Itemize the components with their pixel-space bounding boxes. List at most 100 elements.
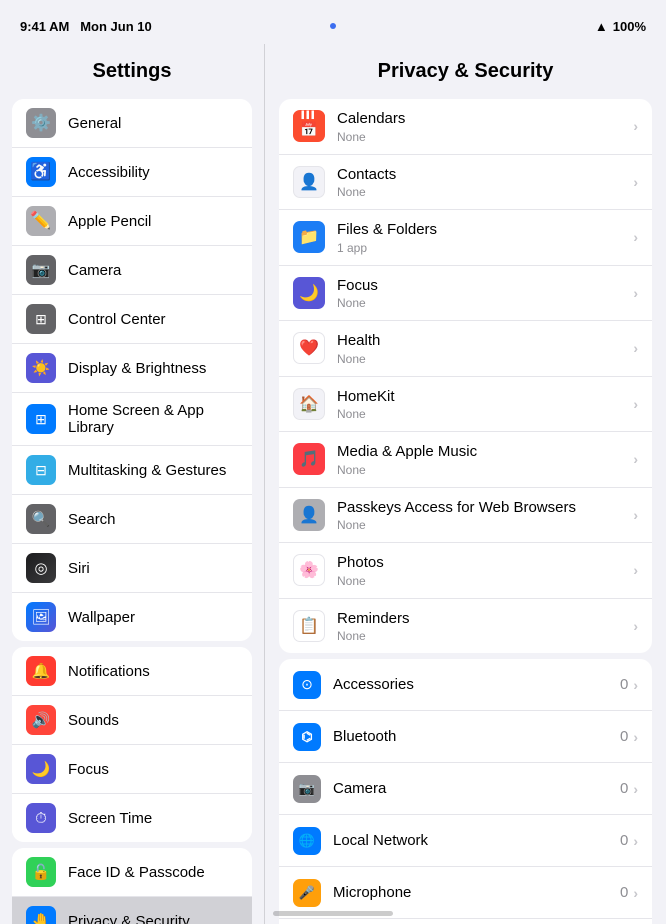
media-text: Media & Apple Music None (337, 442, 633, 477)
camera-icon: 📷 (26, 255, 56, 285)
detail-item-passkeys[interactable]: 👤 Passkeys Access for Web Browsers None … (279, 488, 652, 544)
sidebar-item-face-id[interactable]: 🔓 Face ID & Passcode (12, 848, 252, 897)
home-screen-label: Home Screen & App Library (68, 402, 238, 436)
bluetooth-label: Bluetooth (333, 727, 620, 747)
local-network-right: 0 › (620, 832, 638, 849)
microphone-icon: 🎤 (293, 879, 321, 907)
sidebar-item-general[interactable]: ⚙️ General (12, 99, 252, 148)
focus-text: Focus None (337, 276, 633, 311)
general-icon: ⚙️ (26, 108, 56, 138)
reminders-right: › (633, 618, 638, 634)
local-network-label: Local Network (333, 831, 620, 851)
camera-hw-count: 0 (620, 780, 628, 797)
homekit-icon: 🏠 (293, 388, 325, 420)
accessories-text: Accessories (333, 675, 620, 695)
contacts-sublabel: None (337, 185, 633, 199)
detail-item-media[interactable]: 🎵 Media & Apple Music None › (279, 432, 652, 488)
sidebar-item-screen-time[interactable]: ⏱ Screen Time (12, 794, 252, 842)
sidebar-item-siri[interactable]: ◎ Siri (12, 544, 252, 593)
photos-sublabel: None (337, 574, 633, 588)
wifi-icon: ▲ (595, 19, 608, 34)
focus-right: › (633, 285, 638, 301)
sidebar-item-accessibility[interactable]: ♿ Accessibility (12, 148, 252, 197)
sidebar-section-notifications: 🔔 Notifications 🔊 Sounds 🌙 Focus ⏱ Scree… (12, 647, 252, 842)
sidebar-item-search[interactable]: 🔍 Search (12, 495, 252, 544)
camera-hw-icon: 📷 (293, 775, 321, 803)
wallpaper-label: Wallpaper (68, 609, 238, 626)
sidebar-item-multitasking[interactable]: ⊟ Multitasking & Gestures (12, 446, 252, 495)
detail-item-camera-hw[interactable]: 📷 Camera 0 › (279, 763, 652, 815)
sidebar-item-sounds[interactable]: 🔊 Sounds (12, 696, 252, 745)
detail-item-local-network[interactable]: 🌐 Local Network 0 › (279, 815, 652, 867)
detail-item-accessories[interactable]: ⊙ Accessories 0 › (279, 659, 652, 711)
sidebar-item-home-screen[interactable]: ⊞ Home Screen & App Library (12, 393, 252, 446)
sidebar-section-system: ⚙️ General ♿ Accessibility ✏️ Apple Penc… (12, 99, 252, 641)
local-network-text: Local Network (333, 831, 620, 851)
accessories-right: 0 › (620, 676, 638, 693)
sidebar-title: Settings (0, 44, 264, 93)
media-label: Media & Apple Music (337, 442, 633, 462)
detail-item-files[interactable]: 📁 Files & Folders 1 app › (279, 210, 652, 266)
files-text: Files & Folders 1 app (337, 220, 633, 255)
control-center-icon: ⊞ (26, 304, 56, 334)
wallpaper-icon: 🖼 (26, 602, 56, 632)
calendars-chevron: › (633, 118, 638, 134)
sounds-label: Sounds (68, 712, 238, 729)
siri-icon: ◎ (26, 553, 56, 583)
detail-item-reminders[interactable]: 📋 Reminders None › (279, 599, 652, 654)
reminders-text: Reminders None (337, 609, 633, 644)
sidebar-item-focus[interactable]: 🌙 Focus (12, 745, 252, 794)
sidebar-item-notifications[interactable]: 🔔 Notifications (12, 647, 252, 696)
main-layout: Settings ⚙️ General ♿ Accessibility ✏️ A… (0, 44, 666, 924)
detail-title: Privacy & Security (265, 44, 666, 93)
focus-sublabel: None (337, 296, 633, 310)
control-center-label: Control Center (68, 311, 238, 328)
contacts-icon: 👤 (293, 166, 325, 198)
accessories-count: 0 (620, 676, 628, 693)
sidebar-item-camera[interactable]: 📷 Camera (12, 246, 252, 295)
passkeys-sublabel: None (337, 518, 633, 532)
sidebar-item-privacy-security[interactable]: 🤚 Privacy & Security (12, 897, 252, 924)
status-center (330, 23, 336, 29)
sidebar-item-wallpaper[interactable]: 🖼 Wallpaper (12, 593, 252, 641)
bluetooth-icon: ⌬ (293, 723, 321, 751)
detail-pane: Privacy & Security ▌▌▌ 📅 Calendars None … (265, 44, 666, 924)
focus-icon: 🌙 (26, 754, 56, 784)
detail-item-contacts[interactable]: 👤 Contacts None › (279, 155, 652, 211)
photos-label: Photos (337, 553, 633, 573)
detail-hardware-section: ⊙ Accessories 0 › ⌬ Bluetooth 0 › (279, 659, 652, 924)
microphone-right: 0 › (620, 884, 638, 901)
photos-icon: 🌸 (293, 554, 325, 586)
screen-time-label: Screen Time (68, 810, 238, 827)
notifications-icon: 🔔 (26, 656, 56, 686)
camera-hw-right: 0 › (620, 780, 638, 797)
contacts-text: Contacts None (337, 165, 633, 200)
detail-item-motion[interactable]: 🏃 Motion & Fitness 0 › (279, 919, 652, 924)
search-label: Search (68, 511, 238, 528)
face-id-label: Face ID & Passcode (68, 864, 238, 881)
multitasking-label: Multitasking & Gestures (68, 462, 238, 479)
microphone-label: Microphone (333, 883, 620, 903)
camera-label: Camera (68, 262, 238, 279)
sidebar-item-display[interactable]: ☀️ Display & Brightness (12, 344, 252, 393)
home-indicator (273, 911, 393, 916)
passkeys-text: Passkeys Access for Web Browsers None (337, 498, 633, 533)
sounds-icon: 🔊 (26, 705, 56, 735)
detail-item-homekit[interactable]: 🏠 HomeKit None › (279, 377, 652, 433)
detail-item-bluetooth[interactable]: ⌬ Bluetooth 0 › (279, 711, 652, 763)
detail-item-focus[interactable]: 🌙 Focus None › (279, 266, 652, 322)
camera-hw-chevron: › (633, 781, 638, 797)
contacts-right: › (633, 174, 638, 190)
health-text: Health None (337, 331, 633, 366)
focus-label: Focus (68, 761, 238, 778)
detail-item-calendars[interactable]: ▌▌▌ 📅 Calendars None › (279, 99, 652, 155)
status-right: ▲ 100% (595, 19, 646, 34)
sidebar-item-apple-pencil[interactable]: ✏️ Apple Pencil (12, 197, 252, 246)
accessories-icon: ⊙ (293, 671, 321, 699)
detail-item-health[interactable]: ❤️ Health None › (279, 321, 652, 377)
sidebar-item-control-center[interactable]: ⊞ Control Center (12, 295, 252, 344)
bluetooth-right: 0 › (620, 728, 638, 745)
detail-item-photos[interactable]: 🌸 Photos None › (279, 543, 652, 599)
search-icon: 🔍 (26, 504, 56, 534)
health-chevron: › (633, 340, 638, 356)
